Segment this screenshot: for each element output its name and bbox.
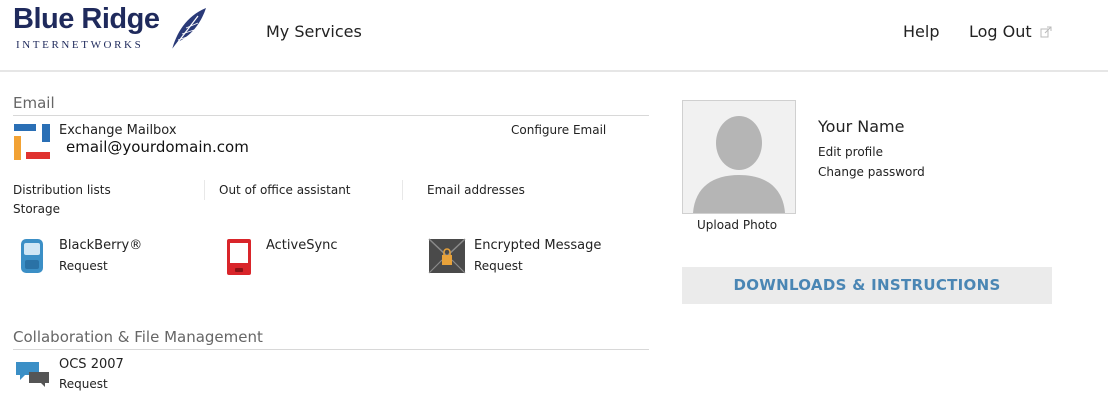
downloads-instructions-button[interactable]: DOWNLOADS & INSTRUCTIONS (682, 267, 1052, 304)
nav-help[interactable]: Help (903, 22, 939, 41)
activesync-phone-icon (227, 239, 251, 275)
column-divider (204, 180, 205, 200)
configure-email-link[interactable]: Configure Email (511, 123, 606, 137)
exchange-mailbox-title[interactable]: Exchange Mailbox (59, 123, 177, 138)
distribution-lists-link[interactable]: Distribution lists (13, 183, 111, 197)
change-password-link[interactable]: Change password (818, 165, 925, 179)
collab-section-title: Collaboration & File Management (13, 328, 263, 346)
profile-photo[interactable] (682, 100, 796, 214)
top-header: Blue Ridge INTERNETWORKS My Services Hel… (0, 0, 1108, 72)
ocs-request-link[interactable]: Request (59, 377, 108, 391)
mailbox-address: email@yourdomain.com (66, 138, 249, 156)
ocs-service-title[interactable]: OCS 2007 (59, 357, 124, 372)
chat-bubbles-icon (16, 362, 49, 387)
blackberry-phone-icon (21, 239, 43, 273)
email-section-title: Email (13, 94, 55, 112)
logout-icon (1040, 26, 1052, 38)
encrypted-message-icon (428, 238, 466, 274)
logo-subtext: INTERNETWORKS (16, 39, 144, 51)
profile-name: Your Name (818, 117, 905, 136)
nav-my-services[interactable]: My Services (266, 22, 362, 41)
exchange-mailbox-icon (14, 124, 50, 160)
email-addresses-link[interactable]: Email addresses (427, 183, 525, 197)
column-divider (402, 180, 403, 200)
out-of-office-link[interactable]: Out of office assistant (219, 183, 351, 197)
edit-profile-link[interactable]: Edit profile (818, 145, 883, 159)
avatar-placeholder-icon (693, 116, 785, 213)
logo-text[interactable]: Blue Ridge (13, 3, 160, 36)
feather-logo-icon (171, 8, 206, 51)
blackberry-request-link[interactable]: Request (59, 259, 108, 273)
encrypted-message-request-link[interactable]: Request (474, 259, 523, 273)
upload-photo-link[interactable]: Upload Photo (697, 218, 777, 232)
nav-logout[interactable]: Log Out (969, 22, 1052, 41)
logout-label: Log Out (969, 22, 1032, 41)
blackberry-service-title[interactable]: BlackBerry® (59, 238, 142, 253)
encrypted-message-title[interactable]: Encrypted Message (474, 238, 601, 253)
collab-section-divider (13, 349, 649, 350)
activesync-service-title[interactable]: ActiveSync (266, 238, 338, 253)
email-section-divider (13, 115, 649, 116)
storage-link[interactable]: Storage (13, 202, 60, 216)
